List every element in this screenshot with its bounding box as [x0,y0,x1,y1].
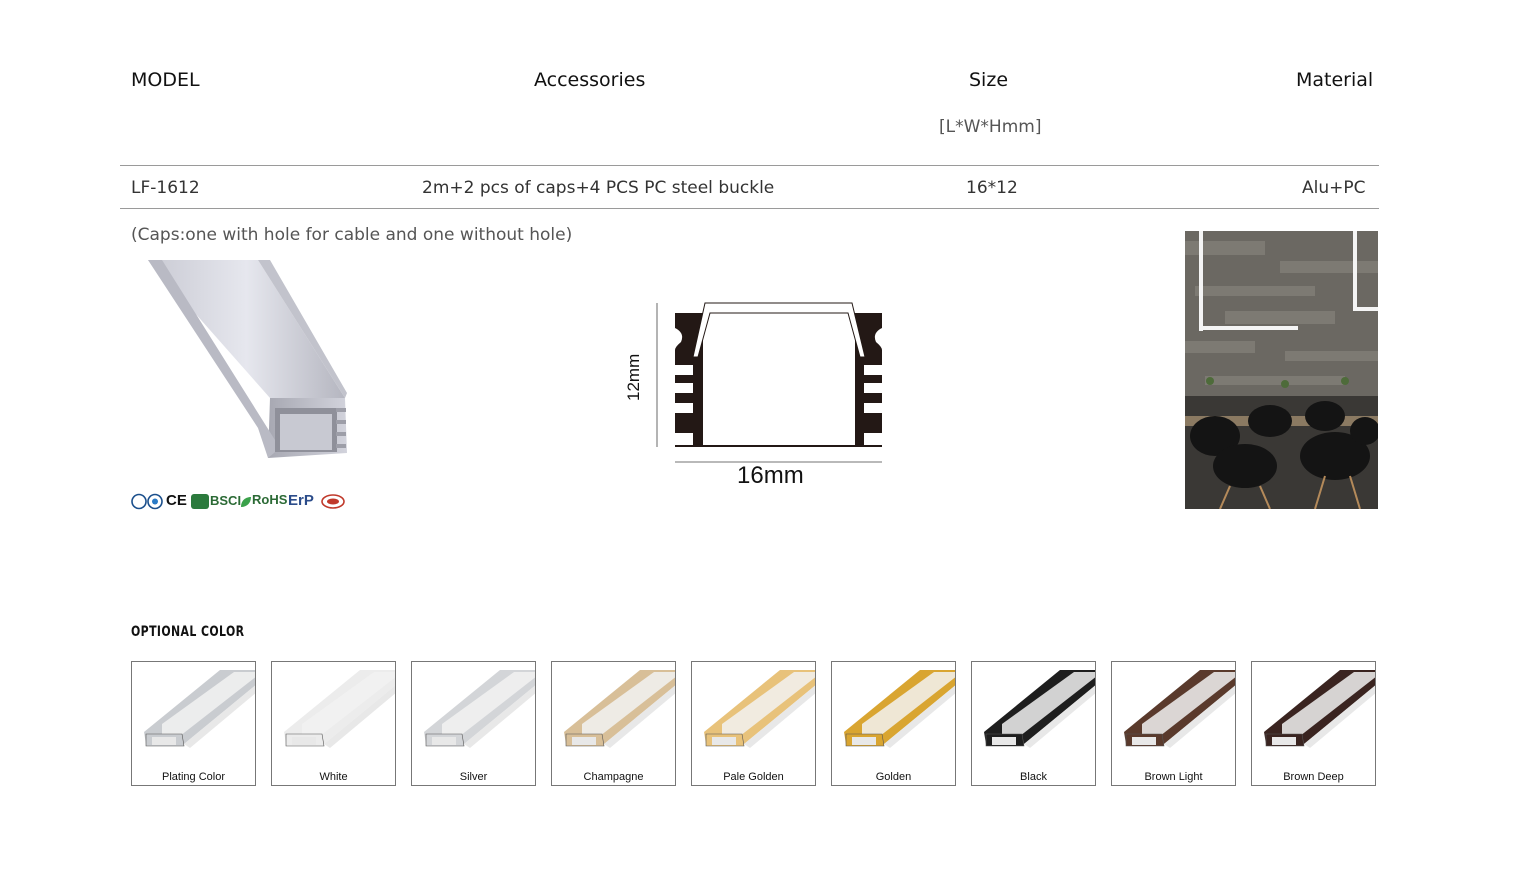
color-swatch: Black [971,661,1096,786]
color-swatch-label: Golden [875,771,912,783]
height-dimension-label: 12mm [624,353,643,401]
leaf-icon [241,497,251,507]
certification-logos: CE BSCI RoHS ErP [131,492,346,512]
header-accessories: Accessories [534,69,646,91]
erp-mark: ErP [288,492,314,509]
color-swatch: Pale Golden [691,661,816,786]
width-dimension-label: 16mm [737,462,804,489]
profile-swatch-icon [1264,670,1375,748]
profile-swatch-icon [564,670,675,748]
color-swatch-label: Champagne [583,771,644,783]
table-rule-bottom [120,208,1379,209]
color-swatch: Champagne [551,661,676,786]
color-swatch: Silver [411,661,536,786]
header-material: Material [1296,69,1374,91]
profile-swatch-icon [704,670,815,748]
profile-swatch-icon [1124,670,1235,748]
color-swatch: Golden [831,661,956,786]
optional-color-title: OPTIONAL COLOR [131,624,245,640]
rohs-mark: RoHS [252,492,288,507]
caps-note: (Caps:one with hole for cable and one wi… [131,225,573,245]
header-size-unit: [L*W*Hmm] [939,117,1042,137]
color-swatch-label: Black [1020,771,1047,783]
row-accessories: 2m+2 pcs of caps+4 PCS PC steel buckle [422,178,775,198]
profile-swatch-icon [424,670,535,748]
profile-swatch-icon [144,670,255,748]
profile-swatch-icon [284,670,395,748]
color-swatch-label: Silver [459,771,488,783]
ce-mark: CE [166,492,187,509]
color-swatch-label: Plating Color [162,771,225,783]
product-profile-image [148,260,347,458]
color-swatch: White [271,661,396,786]
color-swatch-label: Brown Deep [1283,771,1344,783]
bsci-logo-icon [191,494,209,509]
row-size: 16*12 [966,178,1018,198]
color-swatch-label: White [319,771,348,783]
row-model: LF-1612 [131,178,200,198]
certification-badge-icon [131,493,163,510]
bsci-mark: BSCI [210,493,242,508]
profile-swatch-icon [984,670,1095,748]
color-swatch-label: Brown Light [1144,771,1203,783]
color-swatch-label: Pale Golden [723,771,784,783]
color-swatch: Plating Color [131,661,256,786]
saa-logo-icon [321,494,345,509]
color-swatch: Brown Light [1111,661,1236,786]
profile-swatch-icon [844,670,955,748]
table-rule-top [120,165,1379,166]
color-swatch: Brown Deep [1251,661,1376,786]
application-photo [1185,231,1378,509]
header-size: Size [969,69,1009,91]
row-material: Alu+PC [1302,178,1366,198]
header-model: MODEL [131,69,200,91]
